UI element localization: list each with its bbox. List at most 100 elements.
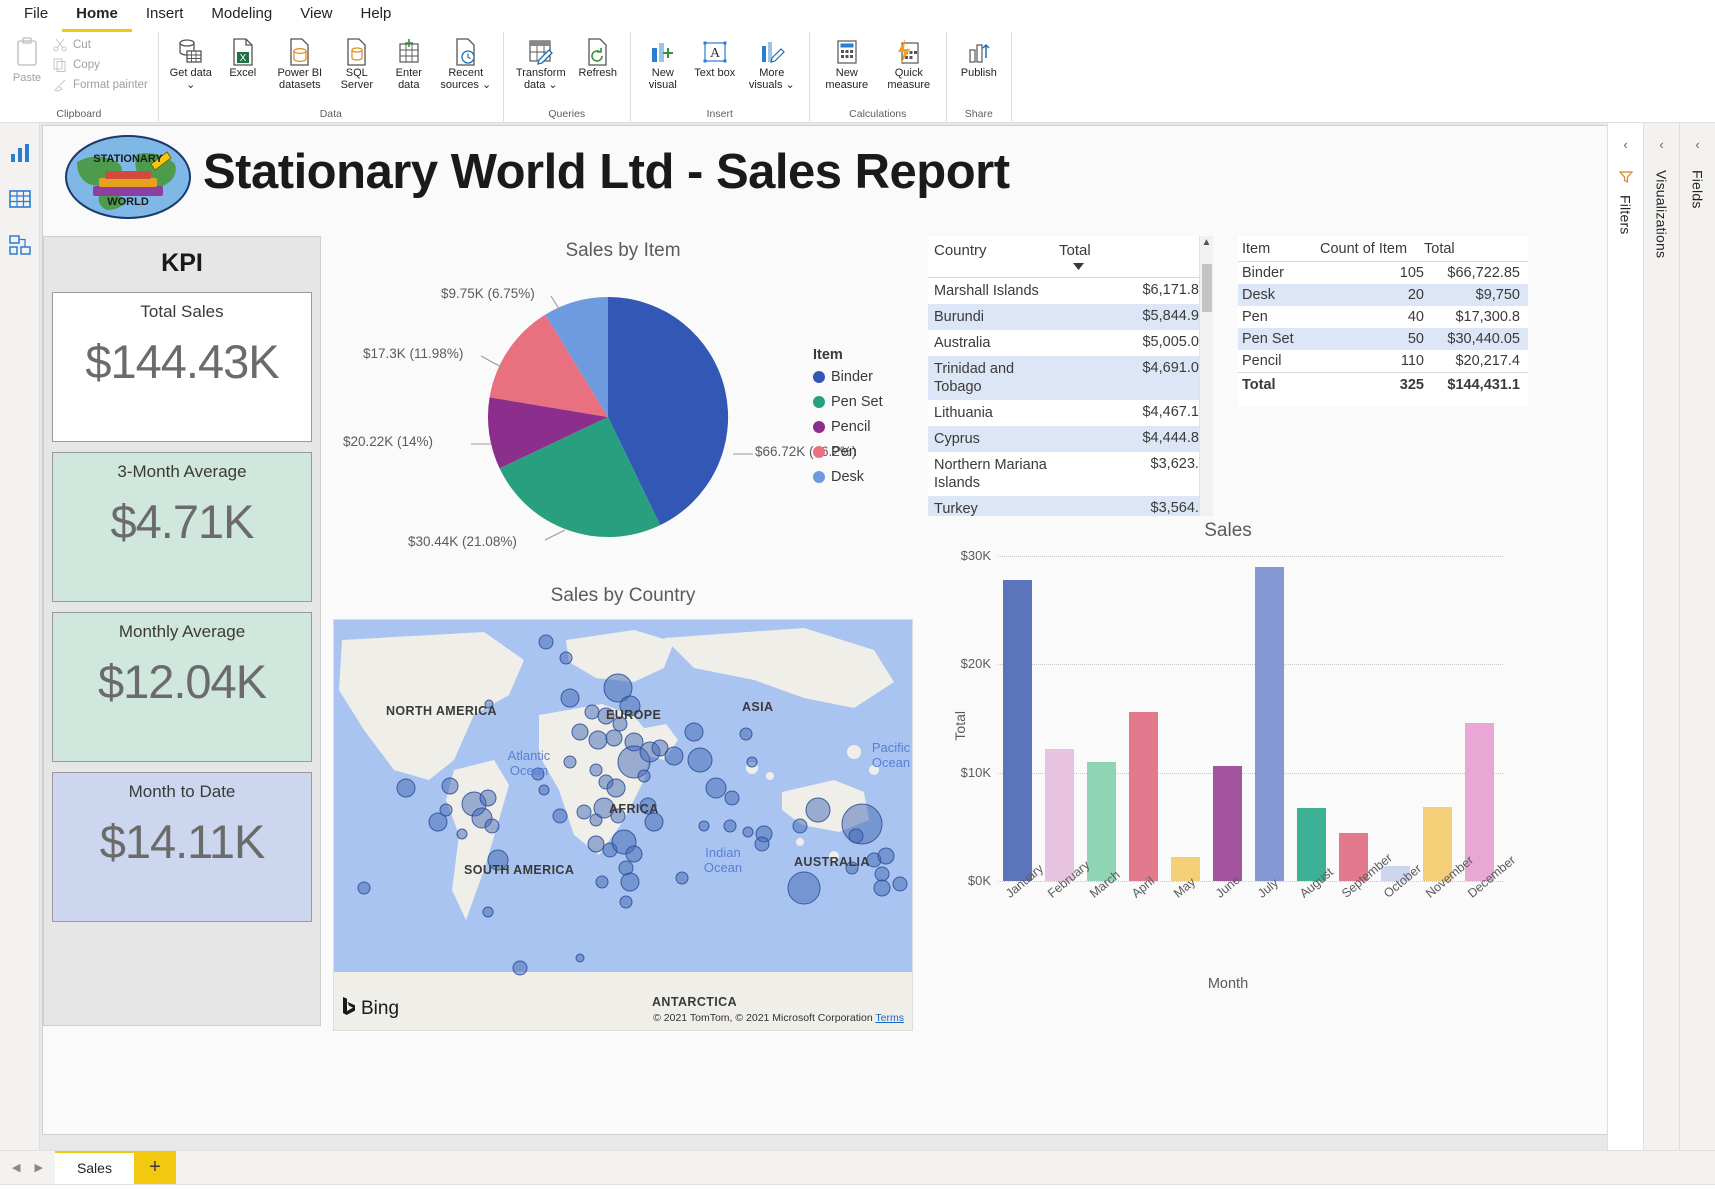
scrollbar-thumb[interactable]	[1202, 264, 1212, 312]
bing-logo[interactable]: Bing	[342, 996, 399, 1022]
pane-filters[interactable]: ‹ Filters	[1607, 123, 1643, 1150]
data-view-icon[interactable]	[8, 187, 32, 211]
map-attribution-text: © 2021 TomTom, © 2021 Microsoft Corporat…	[653, 1012, 873, 1024]
next-page-icon[interactable]: ▶	[34, 1161, 42, 1174]
country-table-body: Marshall Islands $6,171.84 Burundi $5,84…	[928, 278, 1213, 522]
publish-button[interactable]: Publish	[953, 35, 1005, 81]
map-label-indian-ocean: Indian Ocean	[703, 845, 743, 875]
chevron-left-icon-filters[interactable]: ‹	[1623, 137, 1627, 152]
map-visual[interactable]: Sales by Country NORTH AMERICA SOUTH AME…	[333, 581, 913, 1031]
report-view-icon[interactable]	[8, 141, 32, 165]
pie-chart-visual[interactable]: Sales by Item $66.72K (46.2%) $30.44K (2…	[333, 236, 913, 576]
table-row[interactable]: Pen 40 $17,300.8	[1238, 306, 1528, 328]
powerbi-datasets-button[interactable]: Power BI datasets	[269, 35, 331, 93]
excel-button[interactable]: X Excel	[217, 35, 269, 81]
map-label-south-america: SOUTH AMERICA	[464, 863, 575, 877]
refresh-button[interactable]: Refresh	[572, 35, 624, 81]
ribbon-tab-modeling[interactable]: Modeling	[197, 1, 286, 32]
country-table-col-country[interactable]: Country	[934, 242, 1059, 274]
table-row[interactable]: Binder 105 $66,722.85	[1238, 262, 1528, 284]
get-data-button[interactable]: Get data ⌄	[165, 35, 217, 93]
table-row[interactable]: Marshall Islands $6,171.84	[928, 278, 1213, 304]
table-row[interactable]: Lithuania $4,467.15	[928, 400, 1213, 426]
ribbon-tab-view[interactable]: View	[286, 1, 346, 32]
item-table-col-count[interactable]: Count of Item	[1320, 241, 1424, 257]
item-table-col-total[interactable]: Total	[1424, 241, 1520, 257]
new-measure-button[interactable]: New measure	[816, 35, 878, 93]
previous-page-icon[interactable]: ◀	[12, 1161, 20, 1174]
chevron-left-icon-fields[interactable]: ‹	[1695, 137, 1699, 152]
map-terms-link[interactable]: Terms	[875, 1012, 904, 1024]
ribbon-tab-help[interactable]: Help	[347, 1, 406, 32]
ribbon-tab-insert[interactable]: Insert	[132, 1, 198, 32]
legend-item-pen[interactable]: Pen	[813, 444, 883, 460]
format-painter-button[interactable]: Format painter	[48, 75, 152, 95]
pie-label-pen: $17.3K (11.98%)	[363, 346, 464, 361]
recent-sources-icon	[453, 37, 479, 67]
page-tab-sales[interactable]: Sales	[54, 1151, 134, 1184]
scroll-up-icon[interactable]: ▲	[1200, 236, 1213, 250]
bar-march[interactable]	[1087, 762, 1116, 881]
cut-button[interactable]: Cut	[48, 35, 152, 55]
table-row[interactable]: Trinidad and Tobago $4,691.02	[928, 356, 1213, 400]
cell-total: $9,750	[1475, 287, 1520, 303]
enter-data-button[interactable]: Enter data	[383, 35, 435, 93]
text-box-button[interactable]: A Text box	[689, 35, 741, 81]
legend-item-desk[interactable]: Desk	[813, 469, 883, 485]
cell-country: Marshall Islands	[934, 283, 1039, 299]
pane-visualizations[interactable]: ‹ Visualizations	[1643, 123, 1679, 1150]
map-canvas[interactable]: NORTH AMERICA SOUTH AMERICA EUROPE AFRIC…	[333, 619, 913, 1031]
cell-country: Lithuania	[934, 405, 993, 421]
kpi-card-3-month-average[interactable]: 3-Month Average $4.71K	[52, 452, 312, 602]
table-row[interactable]: Northern Mariana Islands $3,623.1	[928, 452, 1213, 496]
legend-item-pencil[interactable]: Pencil	[813, 419, 883, 435]
bar-january[interactable]	[1003, 580, 1032, 881]
bar-june[interactable]	[1213, 766, 1242, 881]
item-table-visual[interactable]: Item Count of Item Total Binder 105 $66,…	[1238, 236, 1528, 406]
text-box-label: Text box	[694, 67, 736, 79]
bar-chart-visual[interactable]: Sales Total $0K $10K $20K $30K January F…	[928, 516, 1528, 1031]
kpi-label-3-month-average: 3-Month Average	[117, 462, 247, 481]
kpi-card-month-to-date[interactable]: Month to Date $14.11K	[52, 772, 312, 922]
cell-total: $30,440.05	[1447, 331, 1520, 347]
item-table-col-item[interactable]: Item	[1242, 241, 1320, 257]
table-row[interactable]: Pen Set 50 $30,440.05	[1238, 328, 1528, 350]
table-row[interactable]: Burundi $5,844.94	[928, 304, 1213, 330]
pane-fields[interactable]: ‹ Fields	[1679, 123, 1715, 1150]
kpi-card-total-sales[interactable]: Total Sales $144.43K	[52, 292, 312, 442]
model-view-icon[interactable]	[8, 233, 32, 257]
item-table-header: Item Count of Item Total	[1238, 236, 1528, 262]
right-pane-group: ‹ Filters ‹ Visualizations ‹ Fields	[1607, 123, 1715, 1150]
cell-count: 20	[1407, 287, 1424, 303]
table-row[interactable]: Australia $5,005.07	[928, 330, 1213, 356]
sql-server-button[interactable]: SQL Server	[331, 35, 383, 93]
chevron-left-icon-visualizations[interactable]: ‹	[1659, 137, 1663, 152]
legend-label-binder: Binder	[831, 369, 873, 385]
paste-button[interactable]: Paste	[6, 35, 48, 84]
copy-button[interactable]: Copy	[48, 55, 152, 75]
bar-april[interactable]	[1129, 712, 1158, 881]
add-page-button[interactable]: +	[133, 1151, 176, 1184]
recent-sources-button[interactable]: Recent sources ⌄	[435, 35, 497, 93]
bar-february[interactable]	[1045, 749, 1074, 881]
kpi-card-monthly-average[interactable]: Monthly Average $12.04K	[52, 612, 312, 762]
table-row[interactable]: Pencil 110 $20,217.4	[1238, 350, 1528, 372]
cell-total: $5,005.07	[1142, 334, 1207, 350]
bar-july[interactable]	[1255, 567, 1284, 881]
table-row[interactable]: Cyprus $4,444.88	[928, 426, 1213, 452]
quick-measure-button[interactable]: Quick measure	[878, 35, 940, 93]
country-table-col-total[interactable]: Total	[1059, 242, 1207, 274]
ribbon-tab-file[interactable]: File	[10, 1, 62, 32]
table-row[interactable]: Desk 20 $9,750	[1238, 284, 1528, 306]
more-visuals-button[interactable]: More visuals ⌄	[741, 35, 803, 93]
legend-item-pen-set[interactable]: Pen Set	[813, 394, 883, 410]
kpi-panel: KPI Total Sales $144.43K 3-Month Average…	[43, 236, 321, 1026]
ribbon-tab-home[interactable]: Home	[62, 1, 132, 32]
pie-chart-plot: $66.72K (46.2%) $30.44K (21.08%) $20.22K…	[333, 262, 913, 562]
legend-item-binder[interactable]: Binder	[813, 369, 883, 385]
transform-data-button[interactable]: Transform data ⌄	[510, 35, 572, 93]
transform-data-label: Transform data ⌄	[515, 67, 566, 91]
legend-swatch-pencil	[813, 421, 825, 433]
new-visual-button[interactable]: New visual	[637, 35, 689, 93]
bar-chart-y-axis-label: Total	[952, 711, 968, 741]
